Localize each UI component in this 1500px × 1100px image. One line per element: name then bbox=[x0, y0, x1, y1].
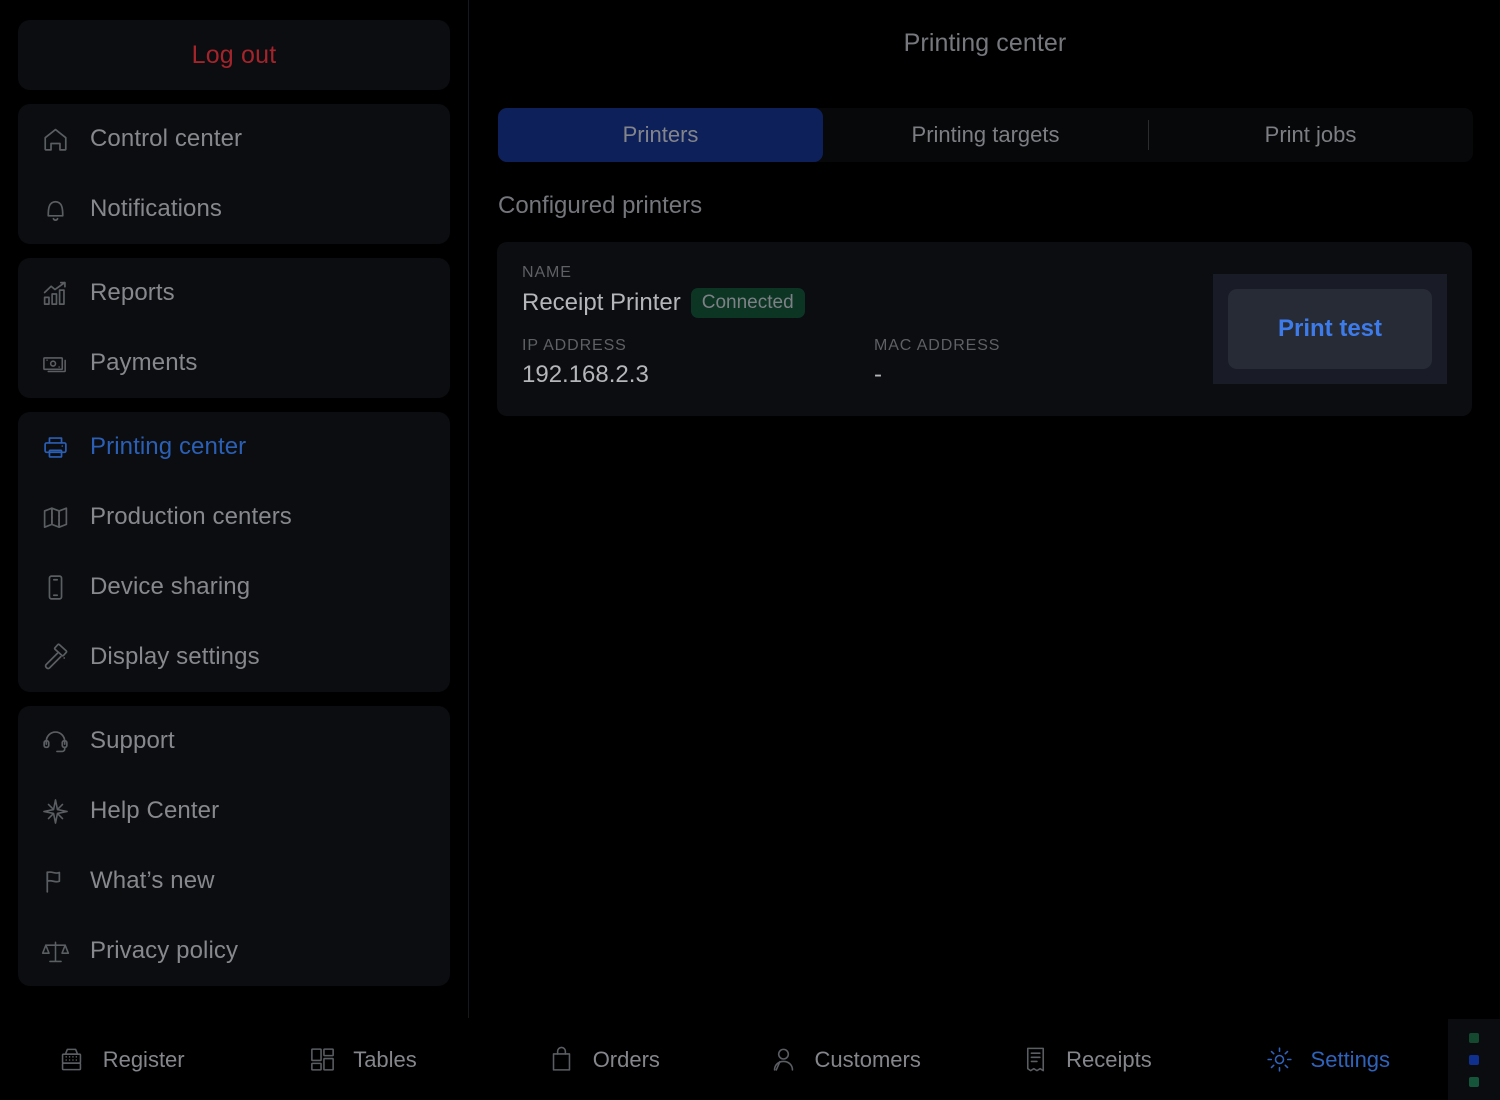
printer-card: NAME Receipt Printer Connected IP ADDRES… bbox=[497, 242, 1472, 416]
bottom-nav-receipts[interactable]: Receipts bbox=[965, 1019, 1206, 1100]
compass-star-icon bbox=[40, 796, 70, 826]
phone-icon bbox=[40, 572, 70, 602]
bottom-nav-orders[interactable]: Orders bbox=[483, 1019, 724, 1100]
map-icon bbox=[40, 502, 70, 532]
sidebar-item-display-settings[interactable]: Display settings bbox=[18, 622, 450, 692]
sidebar-item-label: Privacy policy bbox=[90, 937, 238, 965]
printer-mac-value: - bbox=[874, 361, 1000, 389]
sidebar-item-label: Production centers bbox=[90, 503, 292, 531]
sidebar-item-label: Payments bbox=[90, 349, 198, 377]
logout-button[interactable]: Log out bbox=[18, 20, 450, 90]
banknotes-icon bbox=[40, 348, 70, 378]
receipt-icon bbox=[1020, 1045, 1050, 1075]
sidebar-group-3: Printing center Production centers bbox=[18, 412, 450, 692]
sidebar-item-label: Printing center bbox=[90, 433, 246, 461]
bottom-nav-customers[interactable]: Customers bbox=[724, 1019, 965, 1100]
sidebar-group-2: Reports Payments bbox=[18, 258, 450, 398]
sidebar-item-device-sharing[interactable]: Device sharing bbox=[18, 552, 450, 622]
status-indicator-strip bbox=[1448, 1019, 1500, 1100]
printer-icon bbox=[40, 432, 70, 462]
main-content: Printing center Printers Printing target… bbox=[470, 0, 1500, 1018]
page-title: Printing center bbox=[470, 0, 1500, 58]
sidebar-item-label: Display settings bbox=[90, 643, 260, 671]
bottom-nav-label: Settings bbox=[1311, 1047, 1391, 1073]
tab-label: Printing targets bbox=[912, 122, 1060, 148]
printer-mac-label: MAC ADDRESS bbox=[874, 337, 1000, 355]
bottom-nav-label: Customers bbox=[814, 1047, 920, 1073]
section-title-configured-printers: Configured printers bbox=[498, 192, 702, 220]
sidebar-item-printing-center[interactable]: Printing center bbox=[18, 412, 450, 482]
printer-mac-field: MAC ADDRESS - bbox=[874, 337, 1000, 389]
paint-roller-icon bbox=[40, 642, 70, 672]
printer-ip-field: IP ADDRESS 192.168.2.3 bbox=[522, 337, 649, 389]
flag-icon bbox=[40, 866, 70, 896]
sidebar-item-payments[interactable]: Payments bbox=[18, 328, 450, 398]
tab-print-jobs[interactable]: Print jobs bbox=[1148, 108, 1473, 162]
logout-label: Log out bbox=[192, 41, 277, 70]
bottom-nav-label: Orders bbox=[593, 1047, 660, 1073]
tab-printing-targets[interactable]: Printing targets bbox=[823, 108, 1148, 162]
bottom-nav-tables[interactable]: Tables bbox=[241, 1019, 482, 1100]
person-icon bbox=[768, 1045, 798, 1075]
bottom-nav-label: Tables bbox=[353, 1047, 417, 1073]
status-dot-green-top bbox=[1469, 1033, 1479, 1043]
sidebar-item-production-centers[interactable]: Production centers bbox=[18, 482, 450, 552]
shopping-bag-icon bbox=[547, 1045, 577, 1075]
sidebar-item-label: Reports bbox=[90, 279, 175, 307]
home-icon bbox=[40, 124, 70, 154]
printer-name-field: NAME Receipt Printer Connected bbox=[522, 264, 805, 318]
sidebar-item-label: Notifications bbox=[90, 195, 222, 223]
bottom-nav-label: Register bbox=[103, 1047, 185, 1073]
printer-ip-label: IP ADDRESS bbox=[522, 337, 649, 355]
tab-label: Print jobs bbox=[1265, 122, 1357, 148]
printer-name-line: Receipt Printer Connected bbox=[522, 288, 805, 318]
printer-name-value: Receipt Printer bbox=[522, 289, 681, 317]
status-badge: Connected bbox=[691, 288, 805, 318]
sidebar: Log out Control center Notif bbox=[0, 0, 469, 1018]
bottom-nav-register[interactable]: Register bbox=[0, 1019, 241, 1100]
sidebar-item-support[interactable]: Support bbox=[18, 706, 450, 776]
sidebar-item-label: Support bbox=[90, 727, 175, 755]
sidebar-item-whats-new[interactable]: What’s new bbox=[18, 846, 450, 916]
headset-icon bbox=[40, 726, 70, 756]
sidebar-item-notifications[interactable]: Notifications bbox=[18, 174, 450, 244]
bottom-nav-label: Receipts bbox=[1066, 1047, 1152, 1073]
cash-register-icon bbox=[57, 1045, 87, 1075]
sidebar-item-label: Control center bbox=[90, 125, 242, 153]
gear-icon bbox=[1265, 1045, 1295, 1075]
print-test-button[interactable]: Print test bbox=[1228, 289, 1432, 369]
chart-up-icon bbox=[40, 278, 70, 308]
sidebar-item-reports[interactable]: Reports bbox=[18, 258, 450, 328]
print-test-container: Print test bbox=[1213, 274, 1447, 384]
printer-ip-value: 192.168.2.3 bbox=[522, 361, 649, 389]
scales-icon bbox=[40, 936, 70, 966]
sidebar-item-privacy-policy[interactable]: Privacy policy bbox=[18, 916, 450, 986]
sidebar-item-control-center[interactable]: Control center bbox=[18, 104, 450, 174]
tab-separator bbox=[1148, 120, 1149, 150]
sidebar-group-4: Support Help Center What bbox=[18, 706, 450, 986]
sidebar-item-label: Help Center bbox=[90, 797, 219, 825]
tab-bar: Printers Printing targets Print jobs bbox=[498, 108, 1473, 162]
tab-label: Printers bbox=[623, 122, 699, 148]
sidebar-item-label: What’s new bbox=[90, 867, 215, 895]
app-root: Log out Control center Notif bbox=[0, 0, 1500, 1100]
tab-printers[interactable]: Printers bbox=[498, 108, 823, 162]
sidebar-group-1: Control center Notifications bbox=[18, 104, 450, 244]
tables-grid-icon bbox=[307, 1045, 337, 1075]
status-dot-blue bbox=[1469, 1055, 1479, 1065]
bottom-nav: Register Tables Orders bbox=[0, 1019, 1448, 1100]
printer-name-label: NAME bbox=[522, 264, 805, 282]
sidebar-item-label: Device sharing bbox=[90, 573, 250, 601]
status-dot-green-bottom bbox=[1469, 1077, 1479, 1087]
bottom-nav-settings[interactable]: Settings bbox=[1207, 1019, 1448, 1100]
bell-icon bbox=[40, 194, 70, 224]
sidebar-item-help-center[interactable]: Help Center bbox=[18, 776, 450, 846]
